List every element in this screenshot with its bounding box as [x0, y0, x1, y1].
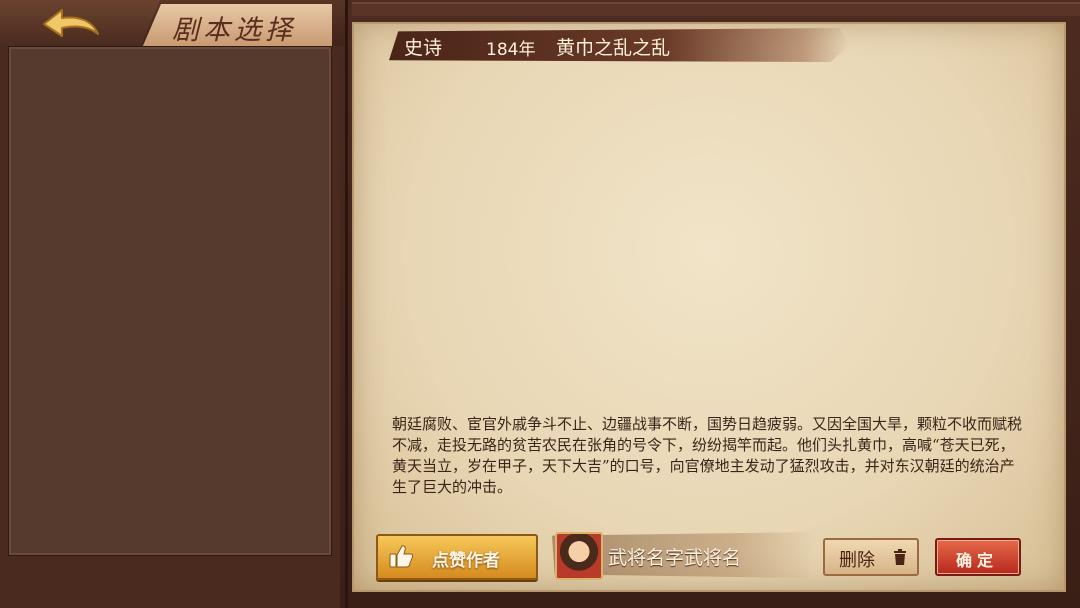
thumbs-up-icon — [389, 545, 414, 568]
scenario-year: 184年 — [486, 40, 536, 60]
scenario-type: 史诗 — [404, 37, 443, 59]
scenario-description: 朝廷腐败、宦官外戚争斗不止、边疆战事不断，国势日趋疲弱。又因全国大旱，颗粒不收而… — [392, 415, 1023, 496]
frame-top-strip — [352, 2, 1080, 16]
back-button[interactable] — [0, 0, 160, 46]
trash-icon — [894, 549, 906, 565]
author-name: 武将名字武将名 — [608, 547, 742, 569]
delete-button[interactable]: 删除 — [823, 538, 919, 576]
scenario-list-panel[interactable] — [8, 46, 332, 556]
scenario-select-screen: 剧本选择 史诗 184年 黄巾之乱之乱 朝廷腐败、宦官外戚争斗不止、边疆战事不断… — [0, 0, 1080, 608]
confirm-label: 确定 — [956, 551, 999, 570]
confirm-button[interactable]: 确定 — [935, 538, 1021, 576]
like-author-button[interactable]: 点赞作者 — [376, 534, 538, 580]
page-title: 剧本选择 — [172, 15, 296, 46]
author-avatar — [555, 532, 603, 580]
back-arrow-icon — [43, 9, 99, 37]
title-tab: 剧本选择 — [142, 4, 332, 48]
delete-label: 删除 — [839, 550, 875, 571]
scenario-name: 黄巾之乱之乱 — [556, 37, 671, 59]
like-author-label: 点赞作者 — [432, 551, 500, 571]
